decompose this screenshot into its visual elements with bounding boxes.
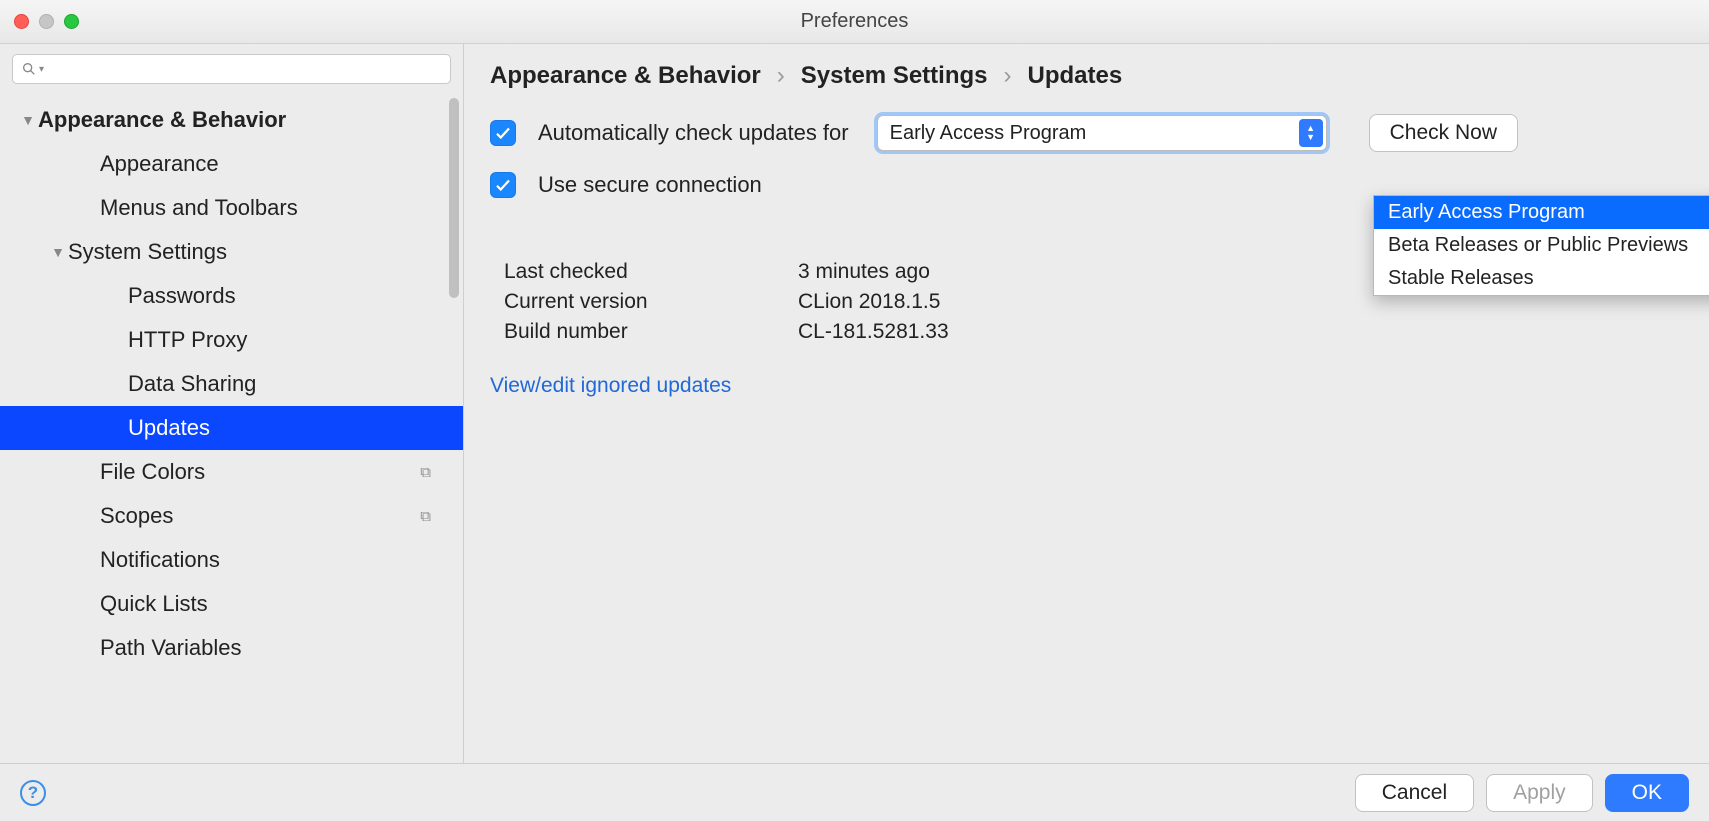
sidebar-item-label: File Colors: [100, 459, 420, 485]
secure-connection-label: Use secure connection: [538, 172, 762, 198]
check-icon: [494, 176, 512, 194]
disclosure-triangle-icon[interactable]: ▼: [48, 244, 68, 260]
sidebar-item[interactable]: Quick Lists: [0, 582, 463, 626]
titlebar: Preferences: [0, 0, 1709, 44]
sidebar-item[interactable]: Appearance: [0, 142, 463, 186]
current-version-value: CLion 2018.1.5: [798, 290, 940, 314]
dropdown-option[interactable]: Stable Releases: [1374, 262, 1709, 295]
cancel-button[interactable]: Cancel: [1355, 774, 1474, 812]
sidebar-item[interactable]: Path Variables: [0, 626, 463, 670]
sidebar-item[interactable]: File Colors⧉: [0, 450, 463, 494]
sidebar-scrollbar[interactable]: [449, 98, 459, 298]
sidebar-item-label: HTTP Proxy: [128, 327, 443, 353]
sidebar-item[interactable]: ▼System Settings: [0, 230, 463, 274]
sidebar-item[interactable]: Menus and Toolbars: [0, 186, 463, 230]
check-icon: [494, 124, 512, 142]
sidebar-item-label: Appearance & Behavior: [38, 107, 443, 133]
preferences-content: Appearance & Behavior › System Settings …: [464, 44, 1709, 763]
sidebar-item-label: Appearance: [100, 151, 443, 177]
select-arrows-icon: ▲▼: [1299, 119, 1323, 147]
disclosure-triangle-icon[interactable]: ▼: [18, 112, 38, 128]
sidebar-item[interactable]: ▼Appearance & Behavior: [0, 98, 463, 142]
sidebar-item[interactable]: Data Sharing: [0, 362, 463, 406]
sidebar-item-label: Scopes: [100, 503, 420, 529]
build-number-label: Build number: [504, 320, 798, 344]
update-channel-selected-value: Early Access Program: [890, 122, 1087, 145]
search-history-chevron-icon[interactable]: ▾: [39, 64, 44, 75]
current-version-label: Current version: [504, 290, 798, 314]
secure-connection-checkbox[interactable]: [490, 172, 516, 198]
sidebar-item[interactable]: Passwords: [0, 274, 463, 318]
project-level-badge-icon: ⧉: [420, 464, 431, 481]
dialog-footer: ? Cancel Apply OK: [0, 763, 1709, 821]
apply-button[interactable]: Apply: [1486, 774, 1593, 812]
dropdown-option[interactable]: Beta Releases or Public Previews: [1374, 229, 1709, 262]
breadcrumb-segment: Updates: [1028, 62, 1123, 90]
check-now-button[interactable]: Check Now: [1369, 114, 1518, 152]
update-channel-dropdown[interactable]: Early Access Program Beta Releases or Pu…: [1373, 195, 1709, 296]
search-icon: [21, 61, 37, 77]
sidebar-item-label: System Settings: [68, 239, 443, 265]
sidebar-item-label: Passwords: [128, 283, 443, 309]
sidebar-item[interactable]: Scopes⧉: [0, 494, 463, 538]
help-button[interactable]: ?: [20, 780, 46, 806]
dropdown-option[interactable]: Early Access Program: [1374, 196, 1709, 229]
sidebar-item[interactable]: HTTP Proxy: [0, 318, 463, 362]
auto-check-updates-label: Automatically check updates for: [538, 120, 849, 146]
ok-button[interactable]: OK: [1605, 774, 1689, 812]
sidebar-item-label: Menus and Toolbars: [100, 195, 443, 221]
last-checked-value: 3 minutes ago: [798, 260, 930, 284]
breadcrumb-segment[interactable]: Appearance & Behavior: [490, 62, 761, 90]
preferences-tree: ▼Appearance & BehaviorAppearanceMenus an…: [0, 92, 463, 670]
search-input[interactable]: ▾: [12, 54, 451, 84]
sidebar-item-label: Data Sharing: [128, 371, 443, 397]
sidebar-item[interactable]: Updates: [0, 406, 463, 450]
last-checked-label: Last checked: [504, 260, 798, 284]
update-channel-select[interactable]: Early Access Program ▲▼: [877, 115, 1327, 151]
chevron-right-icon: ›: [1004, 62, 1012, 90]
chevron-right-icon: ›: [777, 62, 785, 90]
sidebar-item-label: Quick Lists: [100, 591, 443, 617]
sidebar-item-label: Notifications: [100, 547, 443, 573]
build-number-value: CL-181.5281.33: [798, 320, 949, 344]
breadcrumb: Appearance & Behavior › System Settings …: [490, 62, 1683, 90]
breadcrumb-segment[interactable]: System Settings: [801, 62, 988, 90]
sidebar-item-label: Path Variables: [100, 635, 443, 661]
sidebar-item-label: Updates: [128, 415, 443, 441]
window-title: Preferences: [0, 10, 1709, 33]
auto-check-updates-checkbox[interactable]: [490, 120, 516, 146]
sidebar-item[interactable]: Notifications: [0, 538, 463, 582]
preferences-sidebar: ▾ ▼Appearance & BehaviorAppearanceMenus …: [0, 44, 464, 763]
project-level-badge-icon: ⧉: [420, 508, 431, 525]
ignored-updates-link[interactable]: View/edit ignored updates: [490, 374, 1683, 398]
